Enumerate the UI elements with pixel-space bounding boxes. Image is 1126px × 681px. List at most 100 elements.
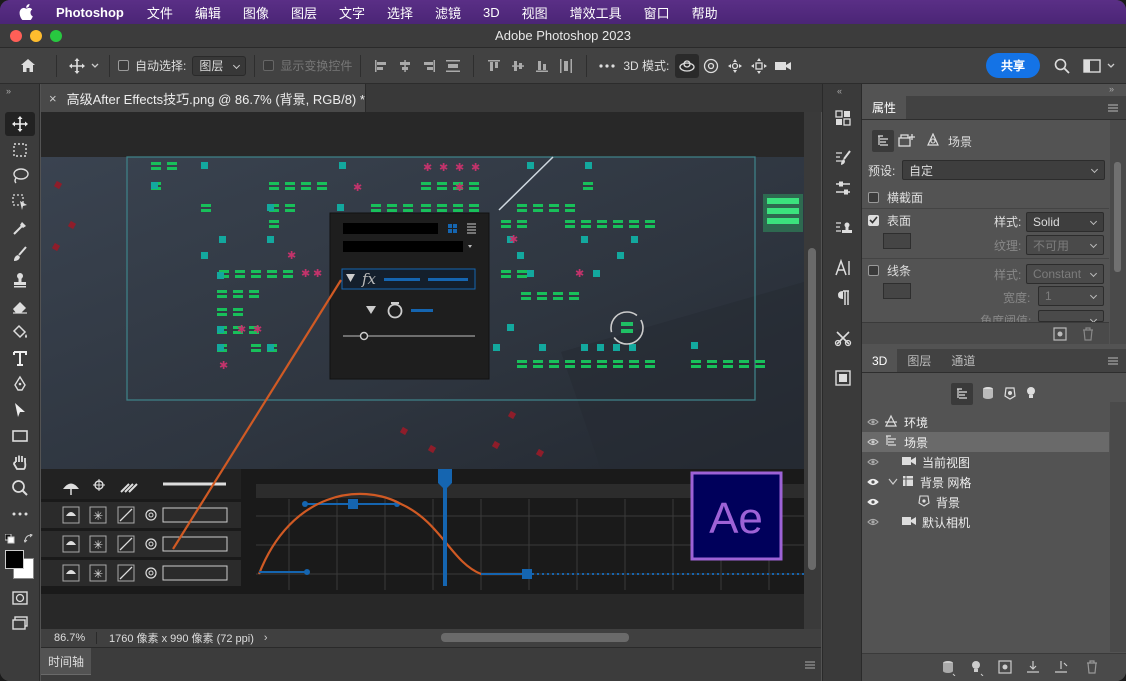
layer-item-environment[interactable]: 环境 (862, 412, 1109, 432)
tab-properties[interactable]: 属性 (862, 96, 907, 119)
layers-scrollbar[interactable] (1110, 402, 1126, 652)
menu-edit[interactable]: 编辑 (195, 3, 221, 22)
timeline-tab[interactable]: 时间轴 (41, 648, 91, 675)
properties-scrollbar-thumb[interactable] (1114, 162, 1121, 272)
canvas-area[interactable]: ✱✱✱✱✱✱✱✱✱✱✱✱✱✱✱✱✱✱ (41, 112, 804, 629)
visibility-eye-icon[interactable] (862, 418, 884, 426)
zoom-tool[interactable] (5, 476, 35, 500)
stamp-tool[interactable] (5, 268, 35, 292)
adjustments-icon[interactable] (831, 177, 855, 199)
menu-filter[interactable]: 滤镜 (435, 3, 461, 22)
scrollbar-thumb[interactable] (808, 248, 816, 570)
roll-3d-icon[interactable] (699, 54, 723, 78)
paragraph-panel-icon[interactable] (831, 287, 855, 309)
scene-mode-icon[interactable] (872, 130, 894, 152)
menu-help[interactable]: 帮助 (692, 3, 718, 22)
render-icon[interactable] (1053, 327, 1067, 344)
lines-checkbox[interactable] (868, 264, 879, 276)
minimize-window-button[interactable] (30, 30, 42, 42)
horizontal-scrollbar-thumb[interactable] (441, 633, 629, 642)
move-tool[interactable] (5, 112, 35, 136)
drag-3d-icon[interactable] (723, 54, 747, 78)
more-tools-icon[interactable] (5, 502, 35, 526)
lasso-tool[interactable] (5, 164, 35, 188)
camera-3d-icon[interactable] (771, 54, 795, 78)
render-button-icon[interactable] (998, 660, 1012, 677)
align-bottom-icon[interactable] (530, 54, 554, 78)
properties-delete-icon[interactable] (1082, 327, 1094, 344)
drop-to-ground-icon[interactable] (1026, 660, 1040, 677)
collapse-panels-icon[interactable]: » (1109, 84, 1114, 94)
tab-channels[interactable]: 通道 (941, 349, 985, 372)
auto-select-dropdown[interactable]: 图层 (192, 55, 247, 76)
object-select-tool[interactable] (5, 190, 35, 214)
new-mesh-icon[interactable] (942, 660, 956, 679)
brush-settings-icon[interactable] (831, 147, 855, 169)
path-select-tool[interactable] (5, 398, 35, 422)
paint-bucket-tool[interactable] (5, 320, 35, 344)
visibility-eye-icon[interactable] (862, 478, 884, 486)
character-panel-icon[interactable] (831, 257, 855, 279)
brush-tool[interactable] (5, 242, 35, 266)
tab-layers[interactable]: 图层 (897, 349, 941, 372)
menu-layer[interactable]: 图层 (291, 3, 317, 22)
new-light-icon[interactable] (970, 660, 984, 679)
move-tool-icon[interactable] (65, 54, 89, 78)
lines-style-dropdown[interactable]: Constant (1026, 264, 1104, 284)
slide-3d-icon[interactable] (747, 54, 771, 78)
menu-app-name[interactable]: Photoshop (56, 5, 124, 20)
rectangle-tool[interactable] (5, 424, 35, 448)
screen-mode-icon[interactable] (5, 611, 35, 635)
distribute-v-icon[interactable] (554, 54, 578, 78)
render-settings-icon[interactable] (898, 132, 916, 151)
angle-dropdown[interactable] (1038, 310, 1104, 322)
properties-menu-icon[interactable] (1108, 101, 1118, 115)
status-chevron-icon[interactable]: › (264, 632, 268, 644)
collapse-strip-icon[interactable]: « (837, 86, 842, 96)
show-transform-checkbox[interactable] (263, 60, 275, 71)
menu-plugins[interactable]: 增效工具 (570, 3, 622, 22)
texture-dropdown[interactable]: 不可用 (1026, 235, 1104, 255)
close-window-button[interactable] (10, 30, 22, 42)
zoom-level[interactable]: 86.7% (41, 632, 96, 644)
filter-materials-icon[interactable] (1003, 386, 1017, 403)
expand-chevron-icon[interactable] (888, 475, 898, 489)
scene-light-icon[interactable] (926, 132, 940, 150)
align-left-icon[interactable] (369, 54, 393, 78)
eraser-tool[interactable] (5, 294, 35, 318)
eyedropper-tool[interactable] (5, 216, 35, 240)
collapse-toolbar-icon[interactable]: » (6, 86, 11, 96)
default-colors-icon[interactable] (4, 533, 15, 547)
surface-color-swatch[interactable] (883, 233, 911, 249)
workspace-chevron-icon[interactable] (1104, 54, 1118, 78)
marquee-tool[interactable] (5, 138, 35, 162)
quick-mask-icon[interactable] (5, 586, 35, 610)
visibility-eye-icon[interactable] (862, 498, 884, 506)
3d-panel-menu-icon[interactable] (1108, 354, 1118, 368)
hand-tool[interactable] (5, 450, 35, 474)
foreground-color-swatch[interactable] (5, 550, 24, 569)
visibility-eye-icon[interactable] (862, 438, 884, 446)
layer-item-current-view[interactable]: 当前视图 (862, 452, 1109, 472)
workspace-layout-icon[interactable] (1080, 54, 1104, 78)
menu-image[interactable]: 图像 (243, 3, 269, 22)
history-panel-icon[interactable] (831, 107, 855, 129)
visibility-eye-icon[interactable] (862, 518, 884, 526)
type-tool[interactable] (5, 346, 35, 370)
menu-3d[interactable]: 3D (483, 5, 500, 20)
menu-file[interactable]: 文件 (147, 3, 173, 22)
menu-select[interactable]: 选择 (387, 3, 413, 22)
align-right-icon[interactable] (417, 54, 441, 78)
share-button[interactable]: 共享 (985, 53, 1040, 78)
layer-item-background[interactable]: 背景 (862, 492, 1109, 512)
orbit-3d-icon[interactable] (675, 53, 700, 78)
canvas-vertical-scrollbar[interactable] (804, 112, 821, 629)
search-icon[interactable] (1050, 54, 1074, 78)
auto-select-checkbox[interactable] (118, 60, 129, 71)
document-tab[interactable]: × 高级After Effects技巧.png @ 86.7% (背景, RGB… (41, 84, 366, 112)
zoom-window-button[interactable] (50, 30, 62, 42)
align-center-h-icon[interactable] (393, 54, 417, 78)
clone-source-icon[interactable] (831, 217, 855, 239)
document-info[interactable]: 1760 像素 x 990 像素 (72 ppi) (109, 630, 254, 646)
menu-view[interactable]: 视图 (522, 3, 548, 22)
